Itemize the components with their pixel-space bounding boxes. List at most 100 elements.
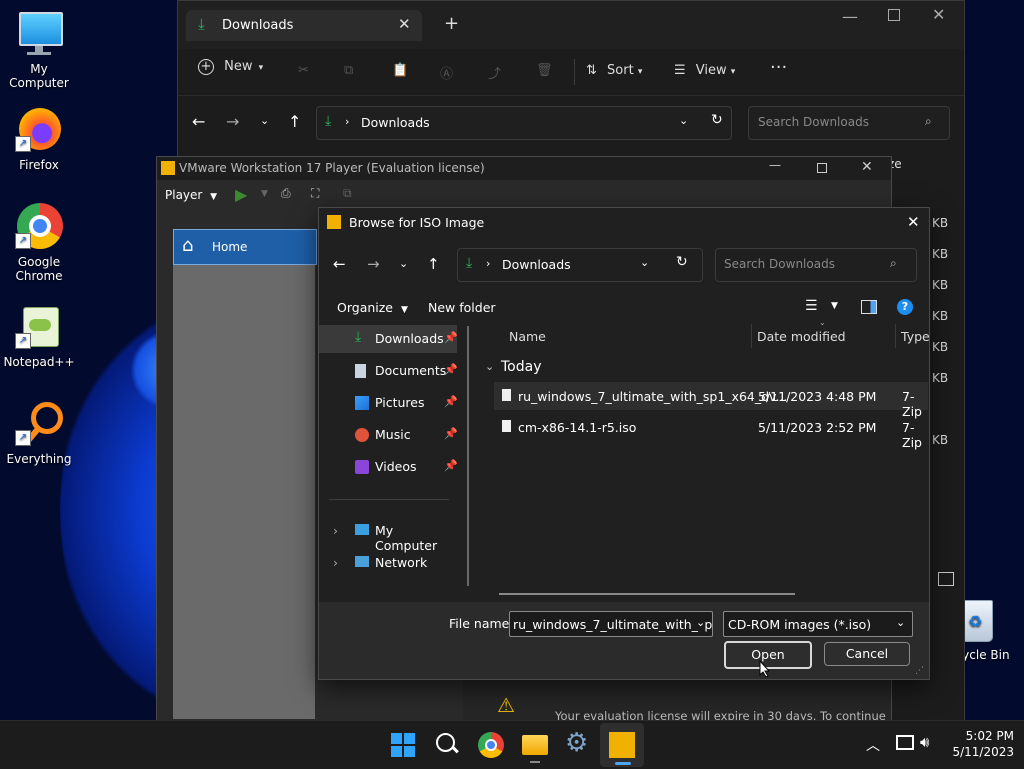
sidebar-item-documents[interactable]: Documents 📌 xyxy=(319,357,458,385)
warning-icon: ⚠ xyxy=(497,693,515,717)
chevron-down-icon[interactable]: ⌄ xyxy=(640,256,649,269)
dialog-address-bar[interactable]: ⤓ › Downloads ⌄ ↻ xyxy=(457,248,703,282)
explorer-address-bar[interactable]: ⤓ › Downloads ⌄ ↻ xyxy=(316,106,732,140)
unity-icon[interactable]: ⧉ xyxy=(343,186,352,201)
sidebar-item-network[interactable]: › Network xyxy=(319,549,457,577)
file-explorer-taskbar-button[interactable] xyxy=(521,731,549,763)
sidebar-item-pictures[interactable]: Pictures 📌 xyxy=(319,389,458,417)
file-name-input[interactable]: ru_windows_7_ultimate_with_sp1_ ⌄ xyxy=(509,611,713,637)
file-row[interactable]: cm-x86-14.1-r5.iso 5/11/2023 2:52 PM 7-Z… xyxy=(494,413,928,450)
file-size: KB xyxy=(932,247,949,261)
file-date: 5/11/2023 2:52 PM xyxy=(758,420,877,435)
send-keys-icon[interactable]: ⎙ xyxy=(281,186,291,201)
nav-pane-scrollbar[interactable] xyxy=(467,326,469,586)
chevron-down-icon[interactable]: ⌄ xyxy=(696,616,706,629)
maximize-icon[interactable] xyxy=(817,163,827,173)
explorer-search[interactable]: Search Downloads ⌕ xyxy=(748,106,950,140)
show-hidden-icons-icon[interactable]: ︿ xyxy=(866,735,880,755)
new-folder-button[interactable]: New folder xyxy=(428,300,496,315)
settings-taskbar-button[interactable]: ⚙ xyxy=(565,728,593,759)
start-button[interactable] xyxy=(389,731,417,759)
search-taskbar-button[interactable] xyxy=(433,731,461,759)
monitor-icon xyxy=(15,10,63,58)
recent-locations-icon[interactable]: ⌄ xyxy=(260,114,269,127)
column-header-name[interactable]: Name xyxy=(509,329,546,344)
explorer-tab[interactable]: ⤓ Downloads ✕ xyxy=(186,10,422,41)
paste-icon[interactable]: 📋 xyxy=(392,63,408,78)
recent-locations-icon[interactable]: ⌄ xyxy=(399,257,408,270)
cut-icon[interactable]: ✂ xyxy=(298,63,309,78)
magnifier-icon: ↗ xyxy=(15,400,63,448)
forward-arrow-icon[interactable]: → xyxy=(367,255,380,273)
copy-icon[interactable]: ⧉ xyxy=(344,63,353,78)
chrome-taskbar-button[interactable] xyxy=(477,731,505,759)
resize-grip-icon[interactable]: ⋰ xyxy=(915,666,924,676)
clock[interactable]: 5:02 PM 5/11/2023 xyxy=(948,728,1014,760)
back-arrow-icon[interactable]: ← xyxy=(333,255,346,273)
play-icon[interactable]: ▶ xyxy=(235,185,247,204)
new-tab-icon[interactable]: + xyxy=(444,13,459,34)
file-row[interactable]: ru_windows_7_ultimate_with_sp1_x64_dv...… xyxy=(494,382,928,419)
download-icon: ⤓ xyxy=(466,255,473,271)
minimize-icon[interactable]: — xyxy=(842,7,858,26)
refresh-icon[interactable]: ↻ xyxy=(676,254,688,270)
network-status-icon[interactable] xyxy=(896,735,914,750)
file-type-select[interactable]: CD-ROM images (*.iso) ⌄ xyxy=(723,611,913,637)
help-icon[interactable]: ? xyxy=(897,299,913,315)
close-tab-icon[interactable]: ✕ xyxy=(398,15,411,33)
chevron-down-icon[interactable]: ▼ xyxy=(261,189,268,199)
desktop-icon-everything[interactable]: ↗ Everything xyxy=(1,400,77,466)
cancel-button[interactable]: Cancel xyxy=(824,642,910,666)
close-icon[interactable]: ✕ xyxy=(932,5,945,24)
back-arrow-icon[interactable]: ← xyxy=(192,112,205,131)
file-name: cm-x86-14.1-r5.iso xyxy=(518,420,637,435)
refresh-icon[interactable]: ↻ xyxy=(711,112,723,128)
folder-icon xyxy=(522,735,548,755)
explorer-tab-title: Downloads xyxy=(222,18,294,33)
details-view-icon[interactable] xyxy=(938,572,954,586)
close-icon[interactable]: ✕ xyxy=(861,159,873,175)
forward-arrow-icon[interactable]: → xyxy=(226,112,239,131)
view-options-icon[interactable]: ☰ xyxy=(805,298,818,314)
view-button[interactable]: ☰ View ▾ xyxy=(674,63,735,78)
sidebar-item-downloads[interactable]: ⤓ Downloads 📌 xyxy=(319,325,458,353)
chevron-down-icon[interactable]: ⌄ xyxy=(679,114,688,127)
column-header-type[interactable]: Type xyxy=(901,329,930,344)
desktop-icon-chrome[interactable]: ↗ Google Chrome xyxy=(1,203,77,283)
up-arrow-icon[interactable]: ↑ xyxy=(427,255,440,273)
horizontal-scrollbar[interactable] xyxy=(499,593,795,595)
desktop-icon-my-computer[interactable]: My Computer xyxy=(1,10,77,90)
firefox-icon: ↗ xyxy=(15,106,63,154)
browse-iso-dialog[interactable]: Browse for ISO Image ✕ ← → ⌄ ↑ ⤓ › Downl… xyxy=(318,207,930,680)
share-icon[interactable]: ⤴ xyxy=(488,63,501,82)
up-arrow-icon[interactable]: ↑ xyxy=(288,112,301,131)
preview-pane-icon[interactable] xyxy=(861,300,877,314)
chevron-down-icon: ▾ xyxy=(258,63,264,73)
more-options-icon[interactable]: ··· xyxy=(770,57,787,78)
chevron-down-icon: ▼ xyxy=(400,305,408,315)
volume-icon[interactable]: 🔊︎ xyxy=(920,733,929,751)
sidebar-item-my-computer[interactable]: › My Computer xyxy=(319,517,457,553)
sidebar-item-music[interactable]: Music 📌 xyxy=(319,421,458,449)
download-icon: ⤓ xyxy=(198,15,205,33)
new-button[interactable]: + New ▾ xyxy=(198,59,263,75)
close-icon[interactable]: ✕ xyxy=(907,213,920,231)
collapse-group-icon[interactable]: ⌄ xyxy=(485,360,494,373)
column-header-date[interactable]: Date modified xyxy=(757,329,846,344)
desktop-icon-firefox[interactable]: ↗ Firefox xyxy=(1,106,77,172)
sort-button[interactable]: ⇅ Sort ▾ xyxy=(586,63,642,78)
sidebar-item-videos[interactable]: Videos 📌 xyxy=(319,453,458,481)
desktop-icon-notepadpp[interactable]: ↗ Notepad++ xyxy=(1,303,77,369)
organize-button[interactable]: Organize ▼ xyxy=(337,300,408,315)
rename-icon[interactable]: Ⓐ xyxy=(440,63,453,82)
minimize-icon[interactable]: — xyxy=(769,158,781,172)
dialog-search[interactable]: Search Downloads ⌕ xyxy=(715,248,917,282)
library-home-item[interactable]: ⌂ Home xyxy=(173,229,317,265)
fullscreen-icon[interactable]: ⛶ xyxy=(311,186,319,201)
chevron-down-icon[interactable]: ▼ xyxy=(831,301,838,311)
player-menu[interactable]: Player ▼ xyxy=(165,188,217,202)
vmware-taskbar-button[interactable] xyxy=(608,731,636,765)
maximize-icon[interactable] xyxy=(888,9,900,21)
expand-chevron-icon: › xyxy=(333,555,338,570)
delete-icon[interactable]: 🗑 xyxy=(536,63,553,78)
